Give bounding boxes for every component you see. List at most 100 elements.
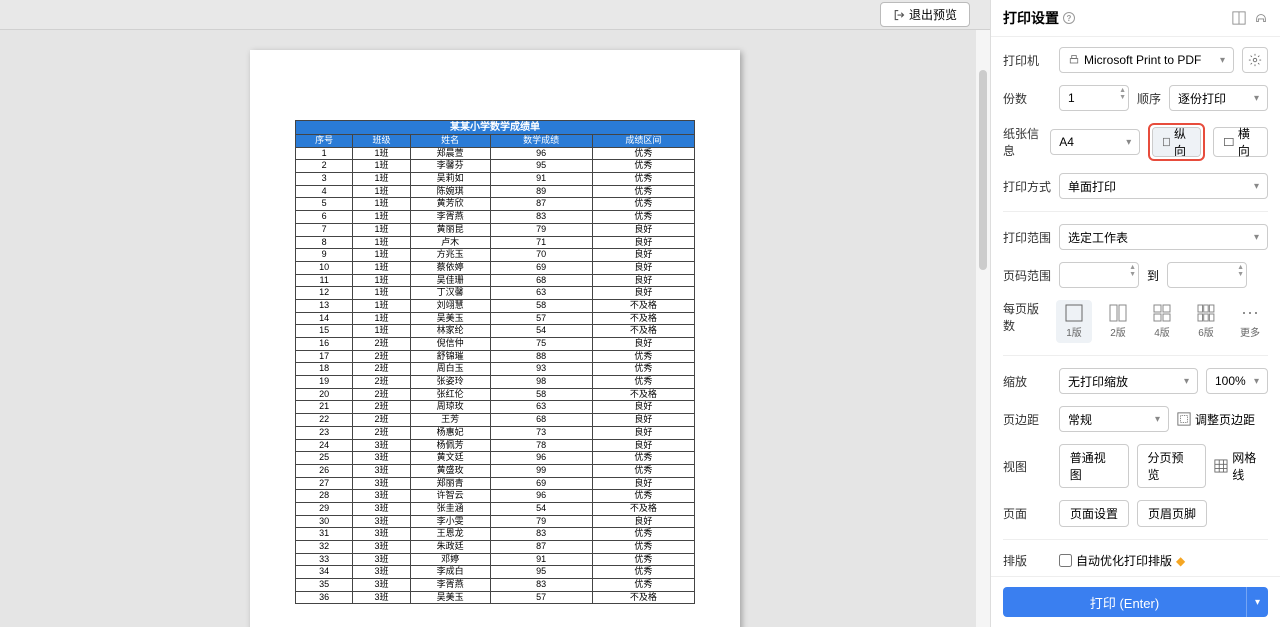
table-row: 172班舒锦璀88优秀	[296, 350, 695, 363]
chevron-down-icon: ▾	[1155, 414, 1160, 425]
range-select[interactable]: 选定工作表 ▾	[1059, 224, 1268, 250]
tile-2[interactable]: 2版	[1100, 300, 1136, 343]
margin-label: 页边距	[1003, 411, 1051, 428]
order-label: 顺序	[1137, 90, 1161, 107]
page-label: 页面	[1003, 505, 1051, 522]
chevron-down-icon: ▾	[1220, 55, 1225, 66]
table-row: 293班张圭涵54不及格	[296, 502, 695, 515]
table-row: 51班黄芳欣87优秀	[296, 198, 695, 211]
chevron-down-icon: ▾	[1184, 376, 1189, 387]
scrollbar[interactable]	[976, 30, 990, 627]
headset-icon[interactable]	[1254, 11, 1268, 25]
page-to-input[interactable]: ▲▼	[1167, 262, 1247, 288]
exit-preview-button[interactable]: 退出预览	[880, 2, 970, 27]
table-row: 11班郑晨萱96优秀	[296, 147, 695, 160]
preview-toolbar: 退出预览	[0, 0, 990, 30]
table-row: 232班杨惠妃73良好	[296, 426, 695, 439]
grid-icon	[1214, 459, 1228, 473]
chevron-down-icon: ▾	[1254, 232, 1259, 243]
table-row: 333班邓婷91优秀	[296, 553, 695, 566]
tile-4[interactable]: 4版	[1144, 300, 1180, 343]
paper-select[interactable]: A4 ▾	[1050, 129, 1140, 155]
col-header: 成绩区间	[592, 135, 694, 148]
page-setup-button[interactable]: 页面设置	[1059, 500, 1129, 527]
table-row: 343班李成白95优秀	[296, 566, 695, 579]
divider	[1003, 539, 1268, 540]
layout-icon[interactable]	[1232, 11, 1246, 25]
help-icon[interactable]: ?	[1063, 12, 1075, 24]
tile-6[interactable]: 6版	[1188, 300, 1224, 343]
panel-title: 打印设置	[1003, 8, 1059, 28]
panel-header: 打印设置 ?	[991, 0, 1280, 37]
zoom-pct-select[interactable]: 100% ▾	[1206, 368, 1268, 394]
gridlines-toggle[interactable]: 网格线	[1214, 449, 1268, 483]
print-dropdown-button[interactable]: ▾	[1246, 587, 1268, 617]
printer-settings-button[interactable]	[1242, 47, 1268, 73]
table-row: 111班吴佳珊68良好	[296, 274, 695, 287]
zoom-select[interactable]: 无打印缩放 ▾	[1059, 368, 1198, 394]
view-normal-button[interactable]: 普通视图	[1059, 444, 1129, 488]
chevron-down-icon: ▾	[1254, 181, 1259, 192]
spinner[interactable]: ▲▼	[1129, 264, 1136, 278]
chevron-down-icon: ▾	[1254, 376, 1259, 387]
exit-preview-label: 退出预览	[909, 6, 957, 23]
col-header: 数学成绩	[490, 135, 592, 148]
table-row: 81班卢木71良好	[296, 236, 695, 249]
order-select[interactable]: 逐份打印 ▾	[1169, 85, 1268, 111]
table-row: 131班刘翊慧58不及格	[296, 299, 695, 312]
divider	[1003, 355, 1268, 356]
print-bar: 打印 (Enter) ▾	[991, 576, 1280, 627]
col-header: 序号	[296, 135, 353, 148]
preview-content: 某某小学数学成绩单 序号班级姓名数学成绩成绩区间 11班郑晨萱96优秀21班李馨…	[0, 30, 990, 627]
preview-area: 退出预览 某某小学数学成绩单 序号班级姓名数学成绩成绩区间 11班郑晨萱96优秀…	[0, 0, 990, 627]
header-footer-button[interactable]: 页眉页脚	[1137, 500, 1207, 527]
range-label: 打印范围	[1003, 229, 1051, 246]
sheet-table: 某某小学数学成绩单 序号班级姓名数学成绩成绩区间 11班郑晨萱96优秀21班李馨…	[295, 120, 695, 604]
table-row: 182班周白玉93优秀	[296, 363, 695, 376]
print-button[interactable]: 打印 (Enter)	[1003, 587, 1246, 617]
table-row: 323班朱政廷87优秀	[296, 541, 695, 554]
copies-label: 份数	[1003, 90, 1051, 107]
margin-select[interactable]: 常规 ▾	[1059, 406, 1169, 432]
portrait-button[interactable]: 纵向	[1153, 128, 1200, 156]
spinner[interactable]: ▲▼	[1237, 264, 1244, 278]
tile-more[interactable]: ⋯更多	[1232, 300, 1268, 343]
view-label: 视图	[1003, 458, 1051, 475]
table-row: 273班郑丽青69良好	[296, 477, 695, 490]
pagerange-label: 页码范围	[1003, 267, 1051, 284]
premium-icon: ◆	[1176, 554, 1185, 568]
layout-label: 排版	[1003, 552, 1051, 569]
printer-select[interactable]: Microsoft Print to PDF ▾	[1059, 47, 1234, 73]
page-from-input[interactable]: ▲▼	[1059, 262, 1139, 288]
table-row: 91班方兆玉70良好	[296, 249, 695, 262]
orientation-highlight: 纵向	[1148, 123, 1205, 161]
table-row: 41班陈婉琪89优秀	[296, 185, 695, 198]
table-row: 151班林家纶54不及格	[296, 325, 695, 338]
printer-label: 打印机	[1003, 52, 1051, 69]
more-icon: ⋯	[1241, 304, 1259, 322]
view-paged-button[interactable]: 分页预览	[1137, 444, 1207, 488]
preview-page: 某某小学数学成绩单 序号班级姓名数学成绩成绩区间 11班郑晨萱96优秀21班李馨…	[250, 50, 740, 627]
table-row: 222班王芳68良好	[296, 414, 695, 427]
auto-opt-checkbox[interactable]: 自动优化打印排版 ◆	[1059, 552, 1185, 569]
adjust-margin-button[interactable]: 调整页边距	[1177, 411, 1255, 428]
print-settings-panel: 打印设置 ? 打印机 Microsoft Print to PDF ▾	[990, 0, 1280, 627]
tile-1[interactable]: 1版	[1056, 300, 1092, 343]
table-row: 353班李胥燕83优秀	[296, 579, 695, 592]
table-row: 253班黄文廷96优秀	[296, 452, 695, 465]
table-row: 202班张红伦58不及格	[296, 388, 695, 401]
margin-icon	[1177, 412, 1191, 426]
zoom-label: 缩放	[1003, 373, 1051, 390]
paper-label: 纸张信息	[1003, 125, 1042, 159]
method-select[interactable]: 单面打印 ▾	[1059, 173, 1268, 199]
copies-spinner[interactable]: ▲▼	[1119, 87, 1126, 101]
exit-icon	[893, 9, 905, 21]
table-row: 71班黄丽昆79良好	[296, 223, 695, 236]
table-row: 243班杨佩芳78良好	[296, 439, 695, 452]
table-row: 303班李小雯79良好	[296, 515, 695, 528]
copies-input[interactable]: 1 ▲▼	[1059, 85, 1129, 111]
col-header: 姓名	[410, 135, 490, 148]
landscape-button[interactable]: 横向	[1213, 127, 1268, 157]
table-row: 283班许智云96优秀	[296, 490, 695, 503]
col-header: 班级	[353, 135, 410, 148]
